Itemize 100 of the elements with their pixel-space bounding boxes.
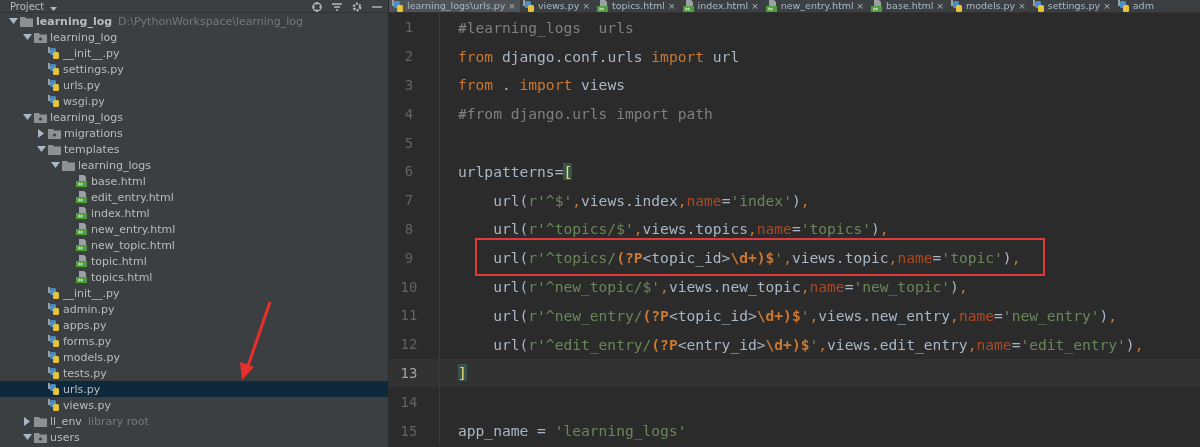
close-icon[interactable]: × <box>936 0 944 12</box>
expanded-arrow-icon <box>22 432 32 442</box>
tree-item[interactable]: forms.py <box>0 333 388 349</box>
code-line: url(r'^new_topic/$',views.new_topic,name='new_topic'), <box>492 278 968 296</box>
editor-tab[interactable]: adm <box>1114 0 1158 12</box>
html-file-icon <box>682 0 695 12</box>
editor-tab[interactable]: base.html × <box>868 0 948 12</box>
html-file-icon <box>76 223 88 235</box>
tree-item[interactable]: __init__.py <box>0 285 388 301</box>
line-number: 12 <box>399 336 419 353</box>
python-file-icon <box>950 0 963 12</box>
editor-tab[interactable]: learning_logs\urls.py × <box>389 0 520 12</box>
html-file-icon <box>76 255 88 267</box>
tree-item[interactable]: urls.py <box>0 77 388 93</box>
code-line: from . import views <box>458 76 625 94</box>
code-line: urlpatterns=[ <box>458 162 573 180</box>
panel-title[interactable]: Project <box>10 1 45 12</box>
line-number: 1 <box>403 19 415 36</box>
close-icon[interactable]: × <box>751 0 759 12</box>
tree-item[interactable]: urls.py <box>0 381 388 397</box>
close-icon[interactable]: × <box>582 0 590 12</box>
python-file-icon <box>48 335 60 347</box>
tree-item[interactable]: migrations <box>0 125 388 141</box>
tree-item[interactable]: base.html <box>0 173 388 189</box>
path-note: library root <box>87 414 149 428</box>
line-number: 5 <box>403 134 415 151</box>
tree-item[interactable]: settings.py <box>0 61 388 77</box>
python-file-icon <box>48 303 60 315</box>
line-number: 2 <box>403 48 415 65</box>
editor-tab[interactable]: new_entry.html × <box>762 0 869 12</box>
editor-tab[interactable]: views.py × <box>519 0 594 12</box>
code-line: from django.conf.urls import url <box>458 47 740 65</box>
folder-icon <box>48 143 61 155</box>
tree-item[interactable]: ll_env library root <box>0 413 388 429</box>
close-icon[interactable]: × <box>856 0 865 12</box>
tree-item[interactable]: wsgi.py <box>0 93 388 109</box>
package-folder-icon <box>34 31 47 43</box>
editor-tab[interactable]: topics.html × <box>593 0 680 12</box>
line-number: 4 <box>403 105 415 122</box>
tree-item[interactable]: new_topic.html <box>0 237 388 253</box>
tree-item[interactable]: learning_logs <box>0 157 388 173</box>
code-line: url(r'^new_entry/(?P<topic_id>\d+)$',views.new_entry,name='new_entry'), <box>492 306 1118 324</box>
collapsed-arrow-icon <box>36 128 46 138</box>
editor-tab[interactable]: index.html × <box>679 0 763 12</box>
tree-item[interactable]: topics.html <box>0 269 388 285</box>
tree-item[interactable]: views.py <box>0 397 388 413</box>
minimize-icon <box>372 4 382 10</box>
close-icon[interactable]: × <box>1018 0 1026 12</box>
tree-item[interactable]: new_entry.html <box>0 221 388 237</box>
code-line: #from django.urls import path <box>458 105 713 123</box>
tree-item[interactable]: apps.py <box>0 317 388 333</box>
line-number: 13 <box>399 364 419 381</box>
line-number: 14 <box>399 393 419 410</box>
tree-item[interactable]: tests.py <box>0 365 388 381</box>
python-file-icon <box>522 0 535 12</box>
folder-icon <box>62 159 75 171</box>
line-number: 15 <box>399 422 419 439</box>
python-file-icon <box>392 0 404 12</box>
editor-tab[interactable]: models.py × <box>947 0 1030 12</box>
python-file-icon <box>48 399 60 411</box>
python-file-icon <box>48 95 60 107</box>
package-folder-icon <box>48 127 61 139</box>
close-icon[interactable]: × <box>508 0 516 12</box>
folder-icon <box>20 15 33 27</box>
tree-item[interactable]: topic.html <box>0 253 388 269</box>
python-file-icon <box>48 47 60 59</box>
tree-item[interactable]: models.py <box>0 349 388 365</box>
line-number: 9 <box>403 249 415 266</box>
path-note: D:\PythonWorkspace\learning_log <box>118 14 304 28</box>
code-line: url(r'^topics/$',views.topics,name='topics'), <box>492 220 889 238</box>
collapsed-arrow-icon <box>22 416 32 426</box>
html-file-icon <box>76 271 88 283</box>
tree-item[interactable]: index.html <box>0 205 388 221</box>
code-line: url(r'^$',views.index,name='index'), <box>492 191 810 209</box>
tree-item[interactable]: learning_log D:\PythonWorkspace\learning_log <box>0 13 388 29</box>
folder-icon <box>34 415 47 427</box>
code-line: url(r'^edit_entry/(?P<entry_id>\d+)$',views.edit_entry,name='edit_entry'), <box>492 335 1144 353</box>
tree-item[interactable]: admin.py <box>0 301 388 317</box>
tree-item[interactable]: edit_entry.html <box>0 189 388 205</box>
tree-item[interactable]: learning_log <box>0 29 388 45</box>
expanded-arrow-icon <box>22 112 32 122</box>
tree-item[interactable]: templates <box>0 141 388 157</box>
code-line: url(r'^topics/(?P<topic_id>\d+)$',views.topic,name='topic'), <box>492 249 1021 267</box>
tree-item[interactable]: learning_logs <box>0 109 388 125</box>
editor-tab[interactable]: settings.py × <box>1029 0 1115 12</box>
python-file-icon <box>48 287 60 299</box>
close-icon[interactable]: × <box>1103 0 1111 12</box>
html-file-icon <box>871 0 884 12</box>
python-file-icon <box>1032 0 1045 12</box>
python-file-icon <box>48 319 60 331</box>
line-number: 11 <box>399 307 419 324</box>
line-number: 3 <box>403 77 415 93</box>
html-file-icon <box>765 0 778 12</box>
line-number: 7 <box>403 192 415 209</box>
tree-item[interactable]: users <box>0 429 388 445</box>
settings-icon <box>352 2 362 12</box>
package-folder-icon <box>34 431 47 443</box>
close-icon[interactable]: × <box>667 0 676 12</box>
python-file-icon <box>48 383 60 395</box>
tree-item[interactable]: __init__.py <box>0 45 388 61</box>
